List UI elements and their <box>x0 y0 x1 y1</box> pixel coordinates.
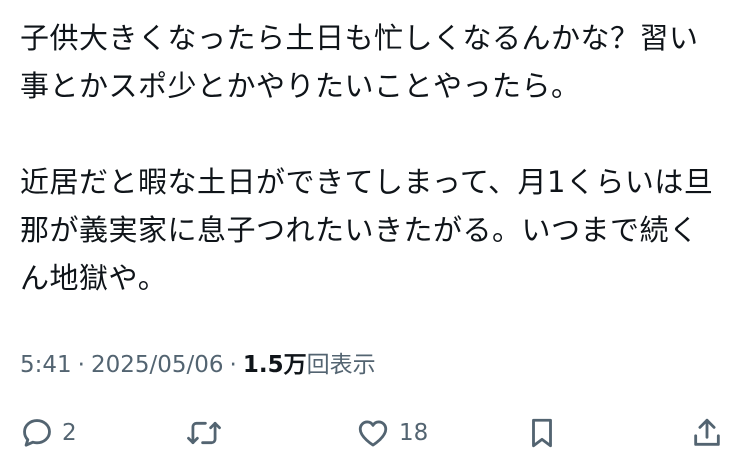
tweet-date[interactable]: 2025/05/06 <box>91 352 224 378</box>
tweet-text: 子供大きくなったら土日も忙しくなるんかな？習い 事とかスポ少とかやりたいことやっ… <box>20 14 732 302</box>
divider <box>0 396 749 397</box>
views-count: 1.5万 <box>242 352 307 378</box>
meta-separator: · <box>229 352 237 378</box>
bookmark-button[interactable] <box>525 408 559 458</box>
tweet-line: 子供大きくなったら土日も忙しくなるんかな？習い <box>20 21 699 55</box>
share-button[interactable] <box>690 408 724 458</box>
like-count: 18 <box>399 420 429 446</box>
heart-icon <box>355 416 391 450</box>
reply-count: 2 <box>62 420 77 446</box>
reply-button[interactable]: 2 <box>20 408 77 458</box>
tweet-line: ん地獄や。 <box>20 261 168 295</box>
tweet-line: 那が義実家に息子つれたいきたがる。いつまで続く <box>20 213 699 247</box>
reply-bubble-icon <box>20 416 54 450</box>
bookmark-icon <box>525 415 559 451</box>
like-button[interactable]: 18 <box>355 408 428 458</box>
meta-separator: · <box>77 352 85 378</box>
retweet-arrows-icon <box>186 416 222 450</box>
tweet-time[interactable]: 5:41 <box>20 352 72 378</box>
tweet-line: 近居だと暇な土日ができてしまって、月1くらいは旦 <box>20 165 714 199</box>
tweet-meta: 5:41 · 2025/05/06 · 1.5万回表示 <box>20 349 376 381</box>
action-bar: 2 18 <box>0 408 749 458</box>
retweet-button[interactable] <box>186 408 230 458</box>
views-label: 回表示 <box>306 352 376 378</box>
share-upload-icon <box>690 415 724 451</box>
tweet-line: 事とかスポ少とかやりたいことやったら。 <box>20 69 581 103</box>
